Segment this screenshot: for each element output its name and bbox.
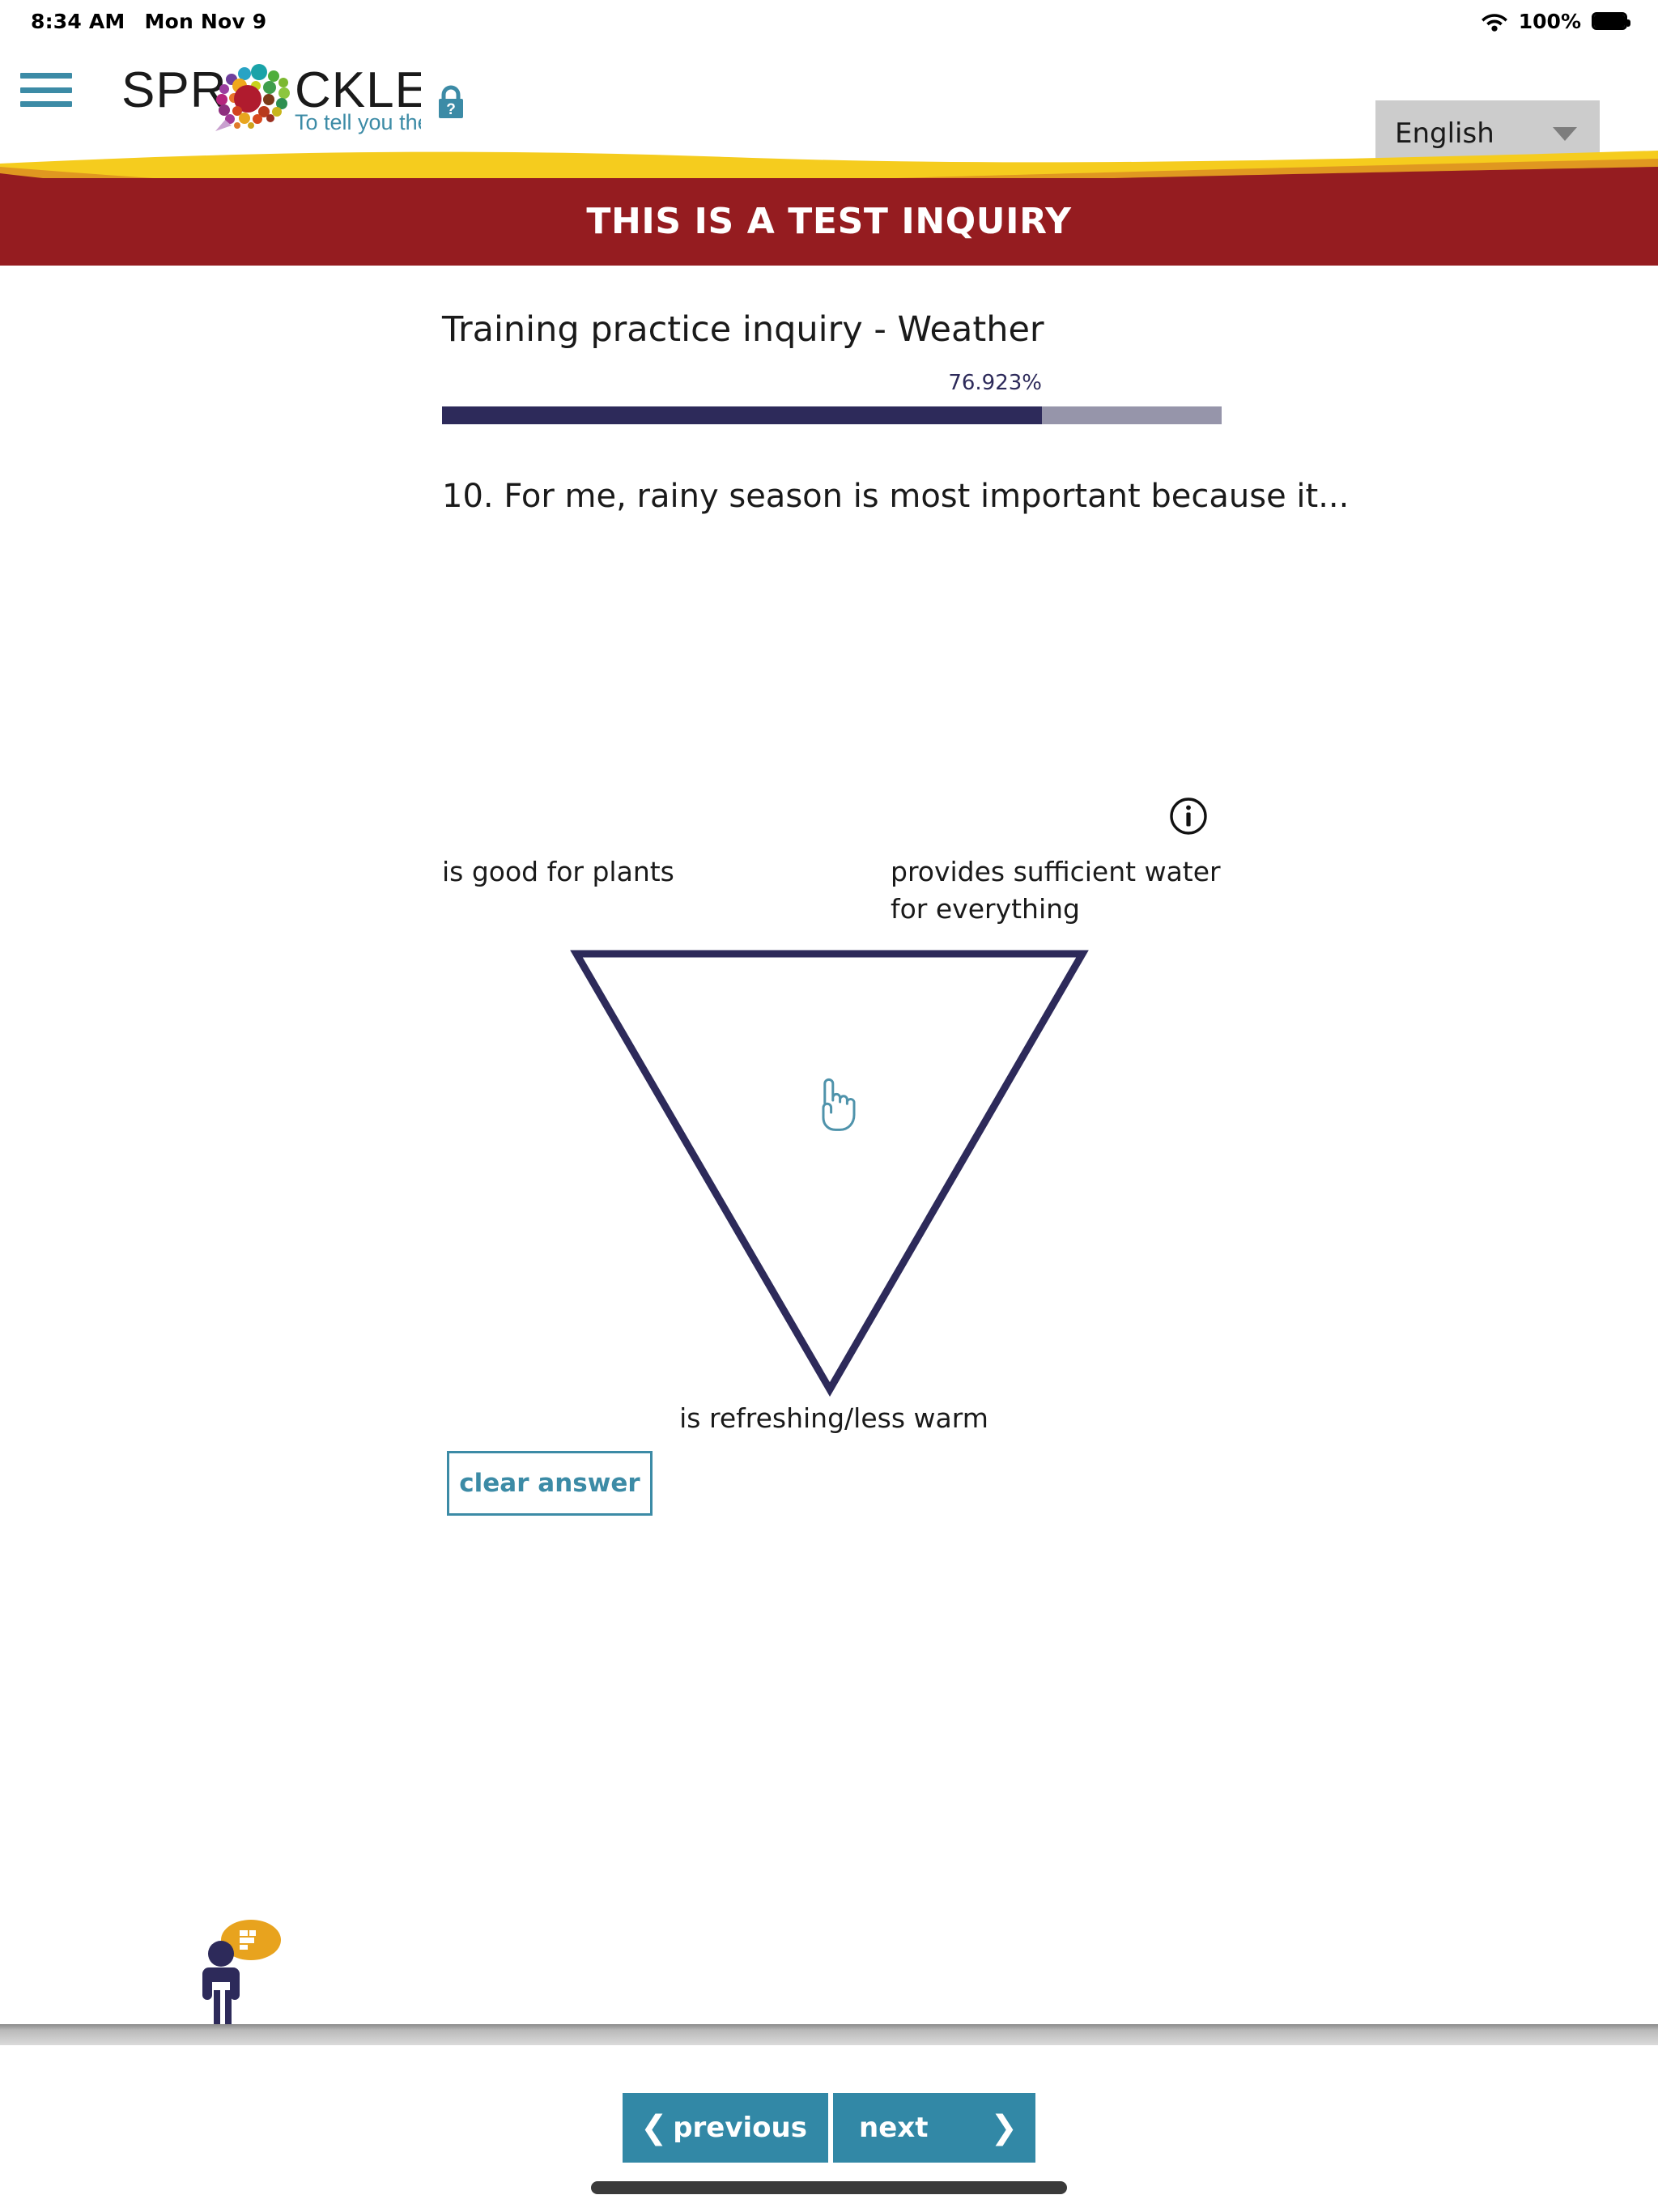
previous-button-label: previous — [673, 2112, 807, 2144]
chevron-down-icon — [1553, 126, 1577, 141]
clear-answer-button[interactable]: clear answer — [447, 1451, 653, 1516]
ios-status-bar: 8:34 AM Mon Nov 9 100% — [0, 0, 1658, 42]
app-header: SPR CKLER — [0, 42, 1658, 167]
hamburger-bar — [20, 73, 72, 79]
battery-full-icon — [1592, 12, 1630, 30]
progress-bar-fill — [442, 406, 1042, 424]
progress-percent-label: 76.923% — [948, 371, 1042, 395]
next-button[interactable]: next ❯ — [833, 2093, 1035, 2163]
pointing-hand-cursor — [822, 1078, 856, 1131]
bottom-navigation: ❮ previous next ❯ — [0, 2093, 1658, 2163]
hamburger-bar — [20, 101, 72, 107]
test-inquiry-banner-title: THIS IS A TEST INQUIRY — [586, 200, 1072, 242]
inquiry-title: Training practice inquiry - Weather — [442, 309, 1044, 350]
progress-bar-track — [442, 406, 1222, 424]
avatar-leg-right — [225, 1990, 232, 2026]
ground-divider — [0, 2024, 1658, 2045]
hamburger-menu-icon[interactable] — [20, 69, 72, 111]
app-screen: 8:34 AM Mon Nov 9 100% SPR CKLE To tell … — [0, 0, 1658, 2212]
sprockler-logo[interactable]: SPR CKLER — [121, 57, 466, 138]
question-text: 10. For me, rainy season is most importa… — [442, 478, 1350, 515]
hamburger-bar — [20, 87, 72, 93]
status-bar-left: 8:34 AM Mon Nov 9 — [31, 10, 266, 33]
person-with-speech-bubble-icon — [202, 1920, 281, 2026]
lock-question-icon[interactable]: ? — [436, 84, 466, 120]
svg-text:?: ? — [446, 101, 456, 118]
chevron-left-icon: ❮ — [640, 2109, 668, 2146]
status-time: 8:34 AM — [31, 9, 125, 33]
triad-triangle-area[interactable] — [0, 662, 1658, 1431]
next-button-label: next — [859, 2112, 929, 2144]
status-date: Mon Nov 9 — [144, 9, 267, 33]
svg-text:To tell you the truth...: To tell you the truth... — [295, 110, 421, 134]
status-bar-right: 100% — [1481, 9, 1630, 33]
chevron-right-icon: ❯ — [990, 2109, 1018, 2146]
battery-percent: 100% — [1518, 9, 1581, 33]
sprockler-logo-mark: SPR CKLER — [121, 63, 421, 134]
previous-button[interactable]: ❮ previous — [623, 2093, 828, 2163]
wifi-icon — [1481, 14, 1507, 32]
avatar-leg-left — [214, 1990, 220, 2026]
avatar-body — [202, 1967, 240, 2000]
home-indicator[interactable] — [591, 2181, 1067, 2194]
battery-level-fill — [1594, 15, 1625, 28]
avatar-head — [208, 1941, 234, 1967]
triad-triangle[interactable] — [0, 662, 1658, 1431]
svg-text:SPR: SPR — [121, 63, 227, 118]
triad-corner-label-bottom[interactable]: is refreshing/less warm — [534, 1402, 1133, 1434]
